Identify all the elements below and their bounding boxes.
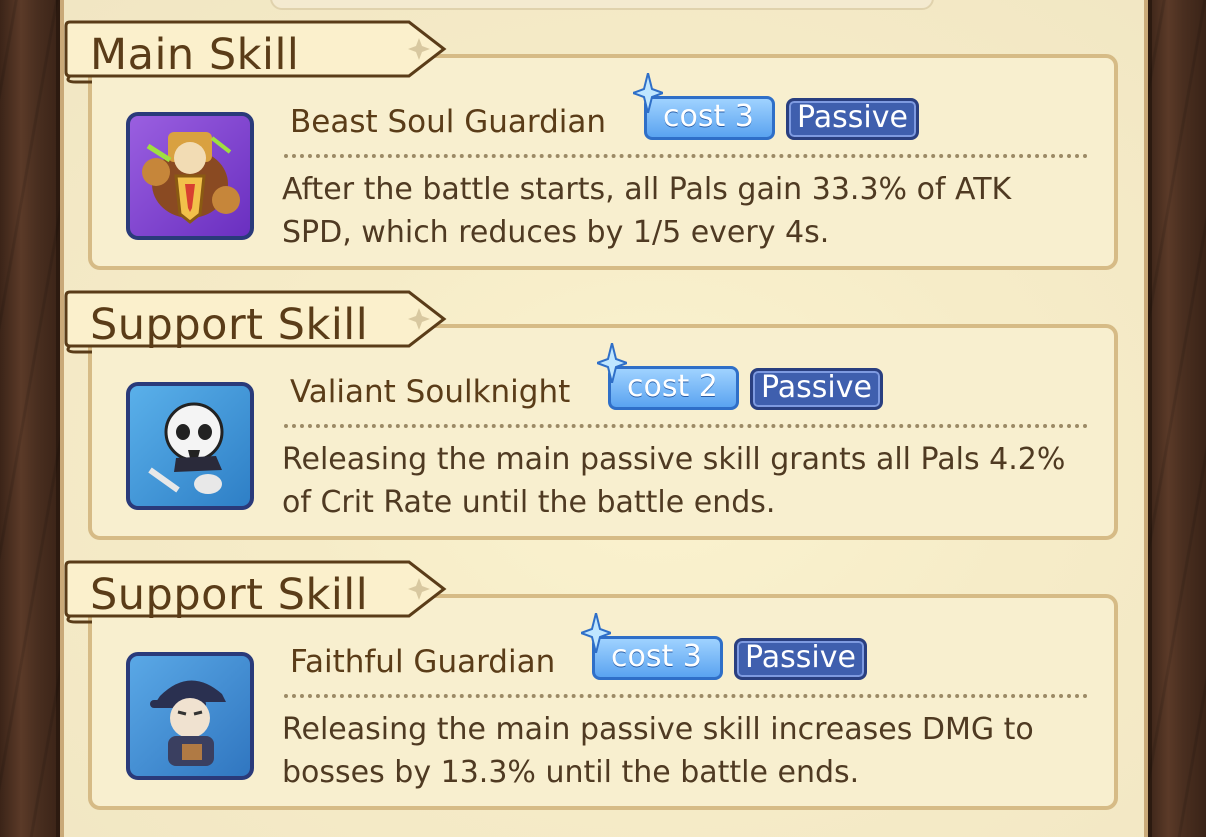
skill-description: After the battle starts, all Pals gain 3…	[282, 172, 1012, 250]
divider	[284, 154, 1088, 158]
capped-courier-portrait-icon[interactable]	[126, 652, 254, 780]
skill-name: Valiant Soulknight	[290, 374, 571, 410]
skull-knight-portrait-icon[interactable]	[126, 382, 254, 510]
cost-badge: cost 3	[633, 73, 775, 140]
sparkle-icon	[633, 73, 663, 113]
cost-label: cost 3	[611, 639, 702, 674]
skill-card: Faithful Guardian cost 3 Passive Releasi…	[88, 594, 1118, 810]
cost-label: cost 3	[663, 99, 754, 134]
top-panel-edge	[270, 0, 934, 10]
beast-guardian-portrait-icon[interactable]	[126, 112, 254, 240]
wood-frame-right	[1148, 0, 1206, 837]
skill-name: Faithful Guardian	[290, 644, 556, 680]
cost-badge: cost 3	[581, 613, 723, 680]
cost-label: cost 2	[627, 369, 718, 404]
section-header: Support Skill	[64, 558, 449, 624]
section-header: Main Skill	[64, 18, 449, 84]
skill-name: Beast Soul Guardian	[290, 104, 607, 140]
skill-description: Releasing the main passive skill increas…	[282, 712, 1034, 790]
sparkle-icon	[597, 343, 627, 383]
section-header: Support Skill	[64, 288, 449, 354]
section-title: Main Skill	[90, 30, 300, 80]
sparkle-icon	[581, 613, 611, 653]
cost-badge: cost 2	[597, 343, 739, 410]
divider	[284, 694, 1088, 698]
wood-frame-left	[0, 0, 60, 837]
passive-badge: Passive	[786, 98, 919, 140]
skill-card: Beast Soul Guardian cost 3 Passive After…	[88, 54, 1118, 270]
skill-card: Valiant Soulknight cost 2 Passive Releas…	[88, 324, 1118, 540]
passive-badge: Passive	[750, 368, 883, 410]
section-title: Support Skill	[90, 300, 369, 350]
section-title: Support Skill	[90, 570, 369, 620]
divider	[284, 424, 1088, 428]
skill-description: Releasing the main passive skill grants …	[282, 442, 1066, 520]
passive-badge: Passive	[734, 638, 867, 680]
